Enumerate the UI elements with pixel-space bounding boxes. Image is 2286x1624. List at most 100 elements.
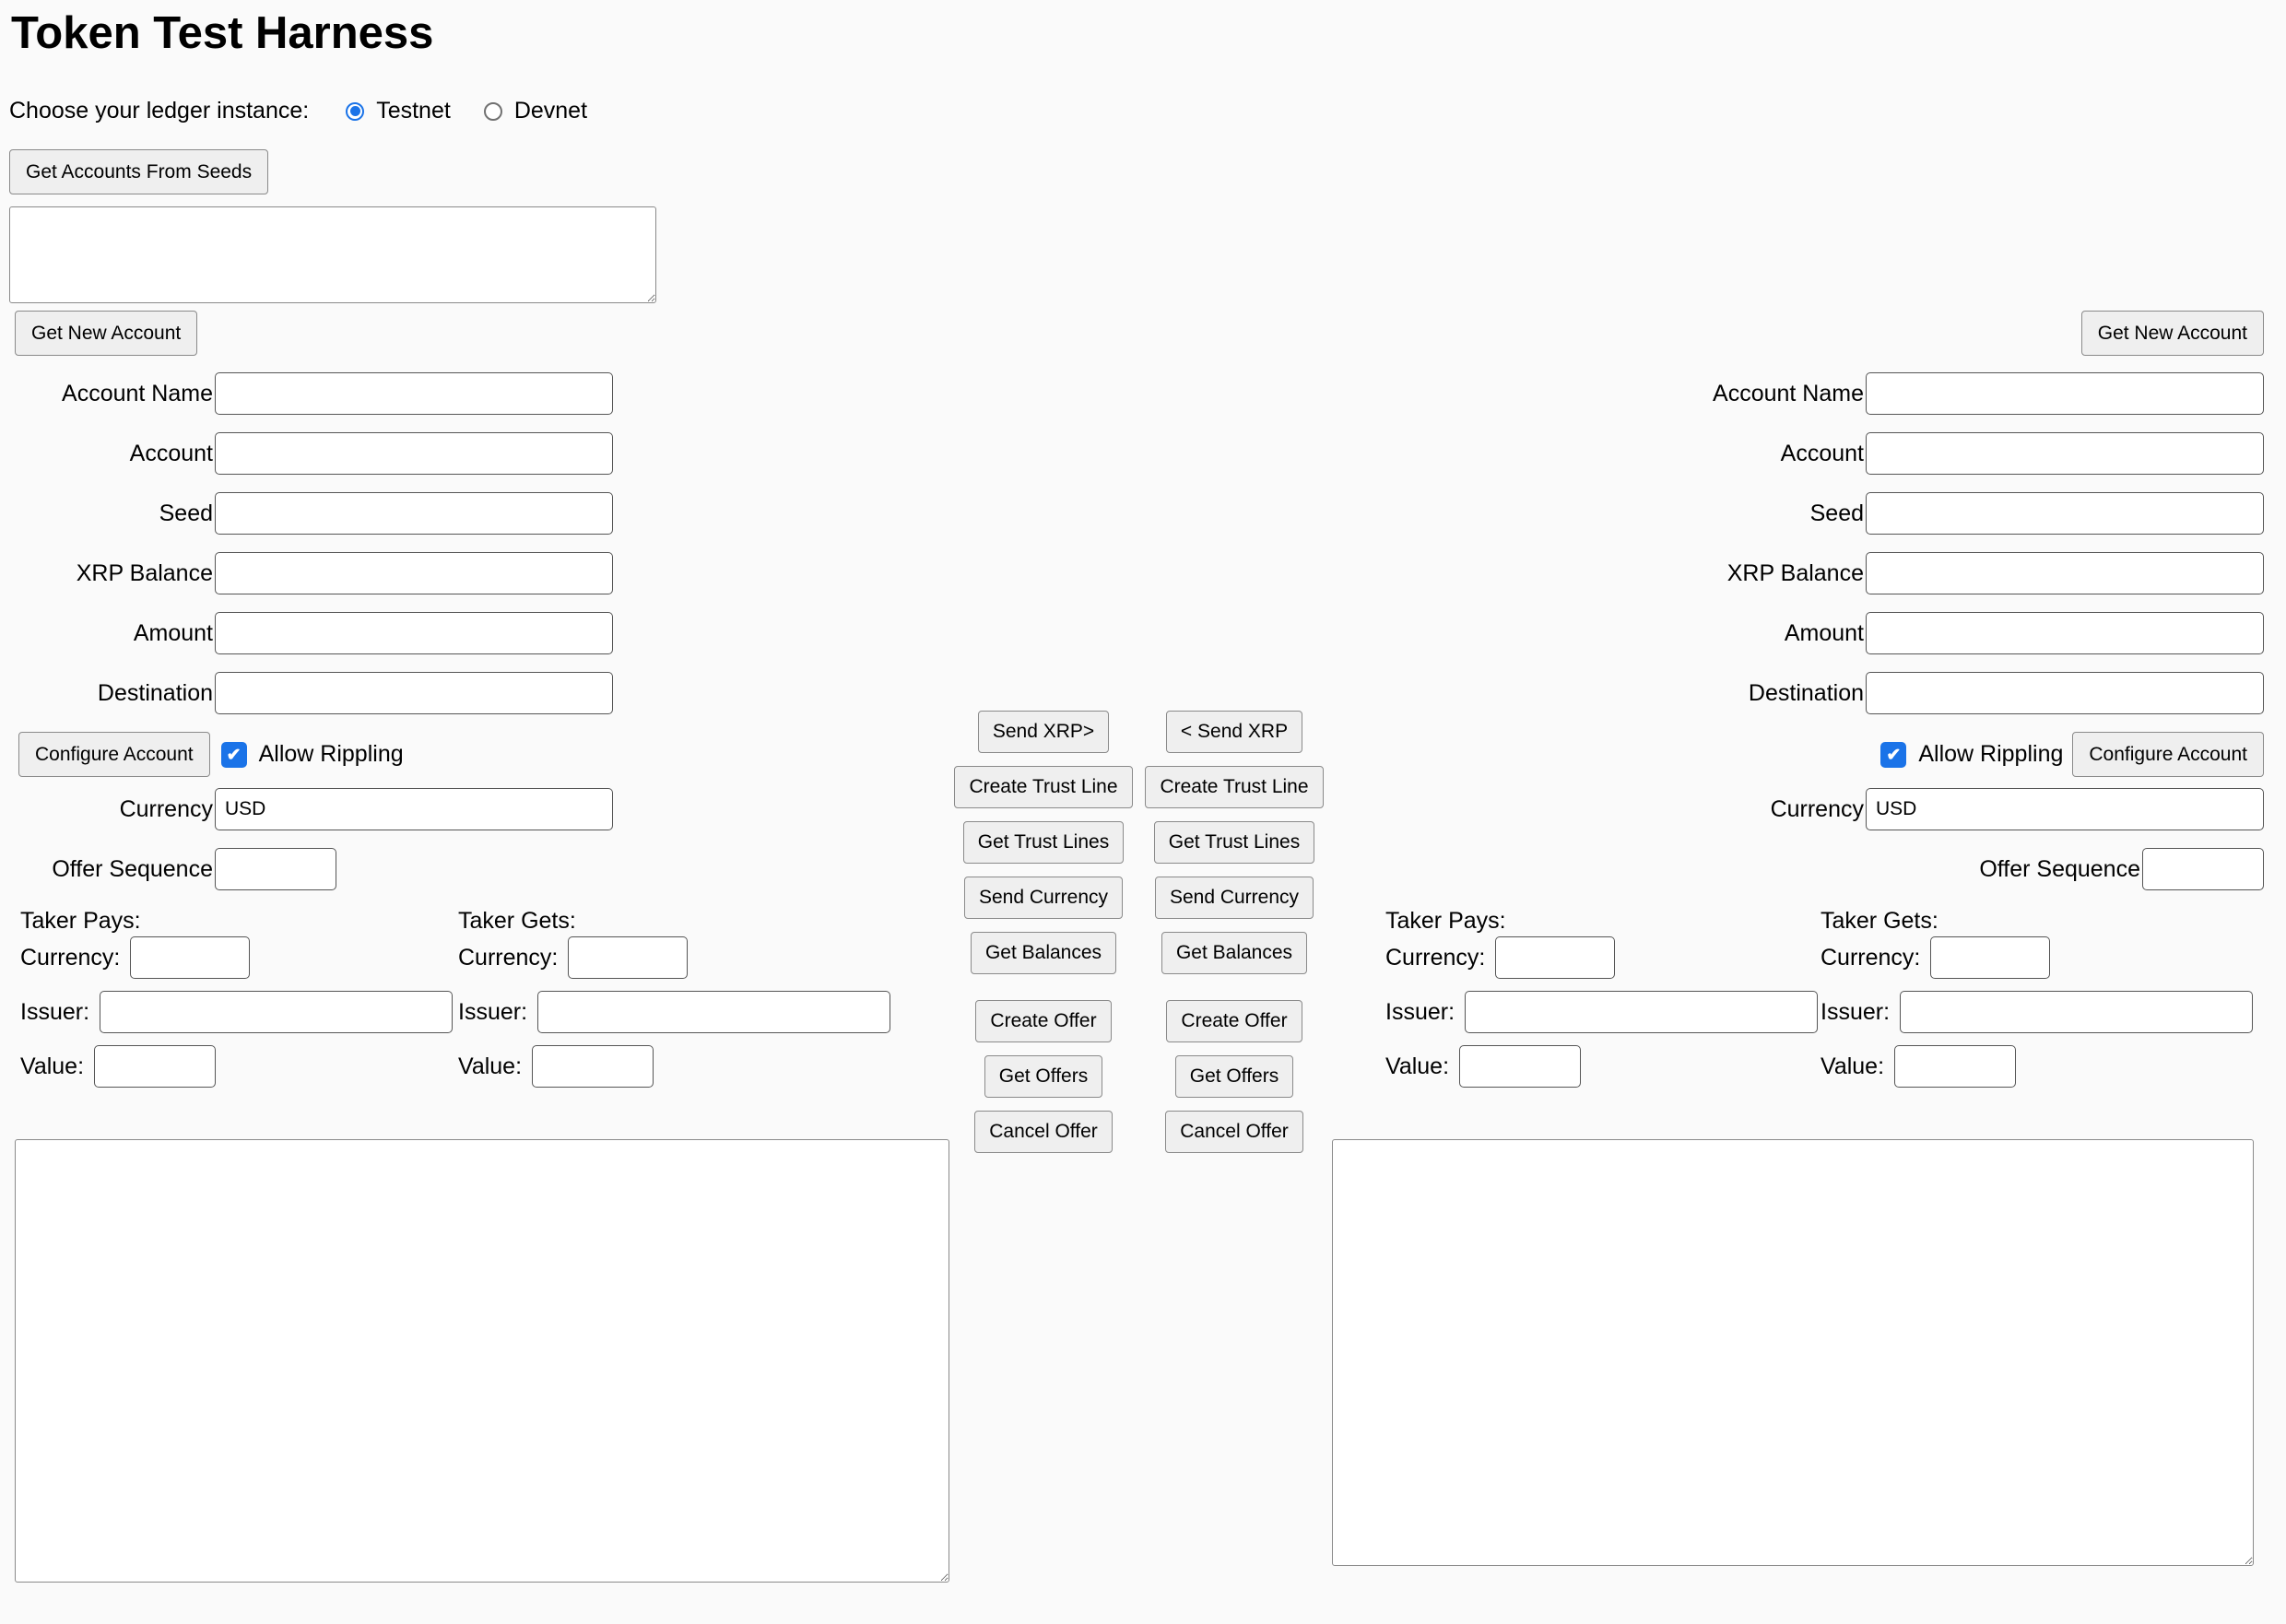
- account2-configure-account-button[interactable]: Configure Account: [2072, 732, 2264, 777]
- account2-taker-pays-value-label: Value:: [1385, 1053, 1449, 1080]
- account2-account-input[interactable]: [1866, 432, 2264, 475]
- account2-allow-rippling-label: Allow Rippling: [1918, 741, 2063, 768]
- get-offers-2-button[interactable]: Get Offers: [1175, 1055, 1293, 1098]
- account1-offer-sequence-input[interactable]: [215, 848, 336, 890]
- account1-taker-pays-value-label: Value:: [20, 1053, 84, 1080]
- account1-seed-input[interactable]: [215, 492, 613, 535]
- account1-taker-pays: Taker Pays: Currency: Issuer: Value:: [20, 908, 458, 1100]
- create-offer-2-button[interactable]: Create Offer: [1166, 1000, 1302, 1042]
- account1-account-row: Account: [9, 432, 949, 475]
- account2-taker-gets-heading: Taker Gets:: [1821, 908, 2256, 935]
- account2-currency-label: Currency: [1771, 796, 1864, 823]
- account2-amount-input[interactable]: [1866, 612, 2264, 654]
- create-trust-line-1-button[interactable]: Create Trust Line: [954, 766, 1132, 808]
- account2-seed-input[interactable]: [1866, 492, 2264, 535]
- account1-destination-input[interactable]: [215, 672, 613, 714]
- account1-taker-pays-currency-label: Currency:: [20, 945, 120, 971]
- account2-xrp-balance-input[interactable]: [1866, 552, 2264, 594]
- testnet-radio-option[interactable]: Testnet: [346, 98, 451, 124]
- account1-amount-label: Amount: [9, 620, 213, 647]
- account2-configure-row: Allow Rippling Configure Account: [1332, 732, 2264, 777]
- account1-name-label: Account Name: [9, 381, 213, 407]
- account2-xrp-balance-label: XRP Balance: [1727, 560, 1864, 587]
- account2-taker-pays-heading: Taker Pays:: [1385, 908, 1821, 935]
- account1-taker-pays-value-input[interactable]: [94, 1045, 216, 1088]
- account2-currency-row: Currency: [1332, 788, 2264, 830]
- account1-taker-gets-value-label: Value:: [458, 1053, 522, 1080]
- account2-allow-rippling-option[interactable]: Allow Rippling: [1880, 741, 2063, 768]
- account1-currency-input[interactable]: [215, 788, 613, 830]
- account1-allow-rippling-option[interactable]: Allow Rippling: [221, 741, 404, 768]
- testnet-radio-label: Testnet: [376, 98, 451, 124]
- account2-currency-input[interactable]: [1866, 788, 2264, 830]
- account1-taker-pays-currency-input[interactable]: [130, 936, 250, 979]
- account2-seed-label: Seed: [1810, 500, 1864, 527]
- account2-offer-sequence-row: Offer Sequence: [1332, 848, 2264, 890]
- account1-configure-row: Configure Account Allow Rippling: [18, 732, 949, 777]
- account2-allow-rippling-checkbox[interactable]: [1880, 742, 1906, 768]
- account1-taker-block: Taker Pays: Currency: Issuer: Value: Tak…: [20, 908, 949, 1100]
- get-trust-lines-1-button[interactable]: Get Trust Lines: [963, 821, 1124, 864]
- account2-taker-pays-currency-label: Currency:: [1385, 945, 1485, 971]
- account2-destination-label: Destination: [1749, 680, 1864, 707]
- get-trust-lines-2-button[interactable]: Get Trust Lines: [1154, 821, 1314, 864]
- account1-taker-gets-value-input[interactable]: [532, 1045, 654, 1088]
- account1-seed-row: Seed: [9, 492, 949, 535]
- account1-configure-account-button[interactable]: Configure Account: [18, 732, 210, 777]
- ledger-instance-label: Choose your ledger instance:: [9, 98, 309, 124]
- account2-taker-gets-currency-input[interactable]: [1930, 936, 2050, 979]
- account2-results-textarea[interactable]: [1332, 1139, 2254, 1566]
- account2-offer-sequence-label: Offer Sequence: [1979, 856, 2140, 883]
- account2-taker-gets-issuer-label: Issuer:: [1821, 999, 1890, 1026]
- send-xrp-2-button[interactable]: < Send XRP: [1166, 711, 1302, 753]
- account1-taker-gets-issuer-input[interactable]: [537, 991, 890, 1033]
- account1-xrp-balance-input[interactable]: [215, 552, 613, 594]
- seeds-textarea[interactable]: [9, 206, 656, 303]
- account2-taker-pays-issuer-label: Issuer:: [1385, 999, 1455, 1026]
- account1-taker-gets-currency-input[interactable]: [568, 936, 688, 979]
- send-currency-1-button[interactable]: Send Currency: [964, 877, 1123, 919]
- account2-taker-pays-issuer-input[interactable]: [1465, 991, 1818, 1033]
- account2-taker-pays-value-input[interactable]: [1459, 1045, 1581, 1088]
- account2-get-new-account-button[interactable]: Get New Account: [2081, 311, 2264, 356]
- account2-name-input[interactable]: [1866, 372, 2264, 415]
- account2-name-label: Account Name: [1713, 381, 1864, 407]
- create-trust-line-2-button[interactable]: Create Trust Line: [1145, 766, 1323, 808]
- account1-destination-row: Destination: [9, 672, 949, 714]
- account1-account-input[interactable]: [215, 432, 613, 475]
- testnet-radio[interactable]: [346, 102, 364, 121]
- account2-taker-gets-issuer-input[interactable]: [1900, 991, 2253, 1033]
- get-offers-1-button[interactable]: Get Offers: [984, 1055, 1102, 1098]
- account2-taker-gets-currency-label: Currency:: [1821, 945, 1920, 971]
- account1-taker-pays-issuer-input[interactable]: [100, 991, 453, 1033]
- account1-amount-row: Amount: [9, 612, 949, 654]
- send-xrp-1-button[interactable]: Send XRP>: [978, 711, 1109, 753]
- account1-amount-input[interactable]: [215, 612, 613, 654]
- get-balances-1-button[interactable]: Get Balances: [971, 932, 1116, 974]
- account1-name-input[interactable]: [215, 372, 613, 415]
- get-accounts-from-seeds-button[interactable]: Get Accounts From Seeds: [9, 149, 268, 194]
- devnet-radio[interactable]: [484, 102, 502, 121]
- account1-account-label: Account: [9, 441, 213, 467]
- account2-taker-pays-currency-input[interactable]: [1495, 936, 1615, 979]
- account1-results-textarea[interactable]: [15, 1139, 949, 1583]
- account2-destination-input[interactable]: [1866, 672, 2264, 714]
- account2-offer-sequence-input[interactable]: [2142, 848, 2264, 890]
- account1-allow-rippling-label: Allow Rippling: [259, 741, 404, 768]
- account2-taker-gets-value-label: Value:: [1821, 1053, 1884, 1080]
- create-offer-1-button[interactable]: Create Offer: [975, 1000, 1111, 1042]
- cancel-offer-1-button[interactable]: Cancel Offer: [974, 1111, 1113, 1153]
- page-title: Token Test Harness: [11, 7, 2286, 59]
- account2-taker-gets-value-input[interactable]: [1894, 1045, 2016, 1088]
- account1-allow-rippling-checkbox[interactable]: [221, 742, 247, 768]
- devnet-radio-option[interactable]: Devnet: [484, 98, 587, 124]
- account2-taker-gets: Taker Gets: Currency: Issuer: Value:: [1821, 908, 2256, 1100]
- cancel-offer-2-button[interactable]: Cancel Offer: [1165, 1111, 1303, 1153]
- account2-taker-pays: Taker Pays: Currency: Issuer: Value:: [1385, 908, 1821, 1100]
- account2-account-label: Account: [1781, 441, 1864, 467]
- account2-section: Get New Account Account Name Account See…: [1332, 311, 2277, 1583]
- get-balances-2-button[interactable]: Get Balances: [1161, 932, 1307, 974]
- account1-destination-label: Destination: [9, 680, 213, 707]
- send-currency-2-button[interactable]: Send Currency: [1155, 877, 1314, 919]
- account1-get-new-account-button[interactable]: Get New Account: [15, 311, 197, 356]
